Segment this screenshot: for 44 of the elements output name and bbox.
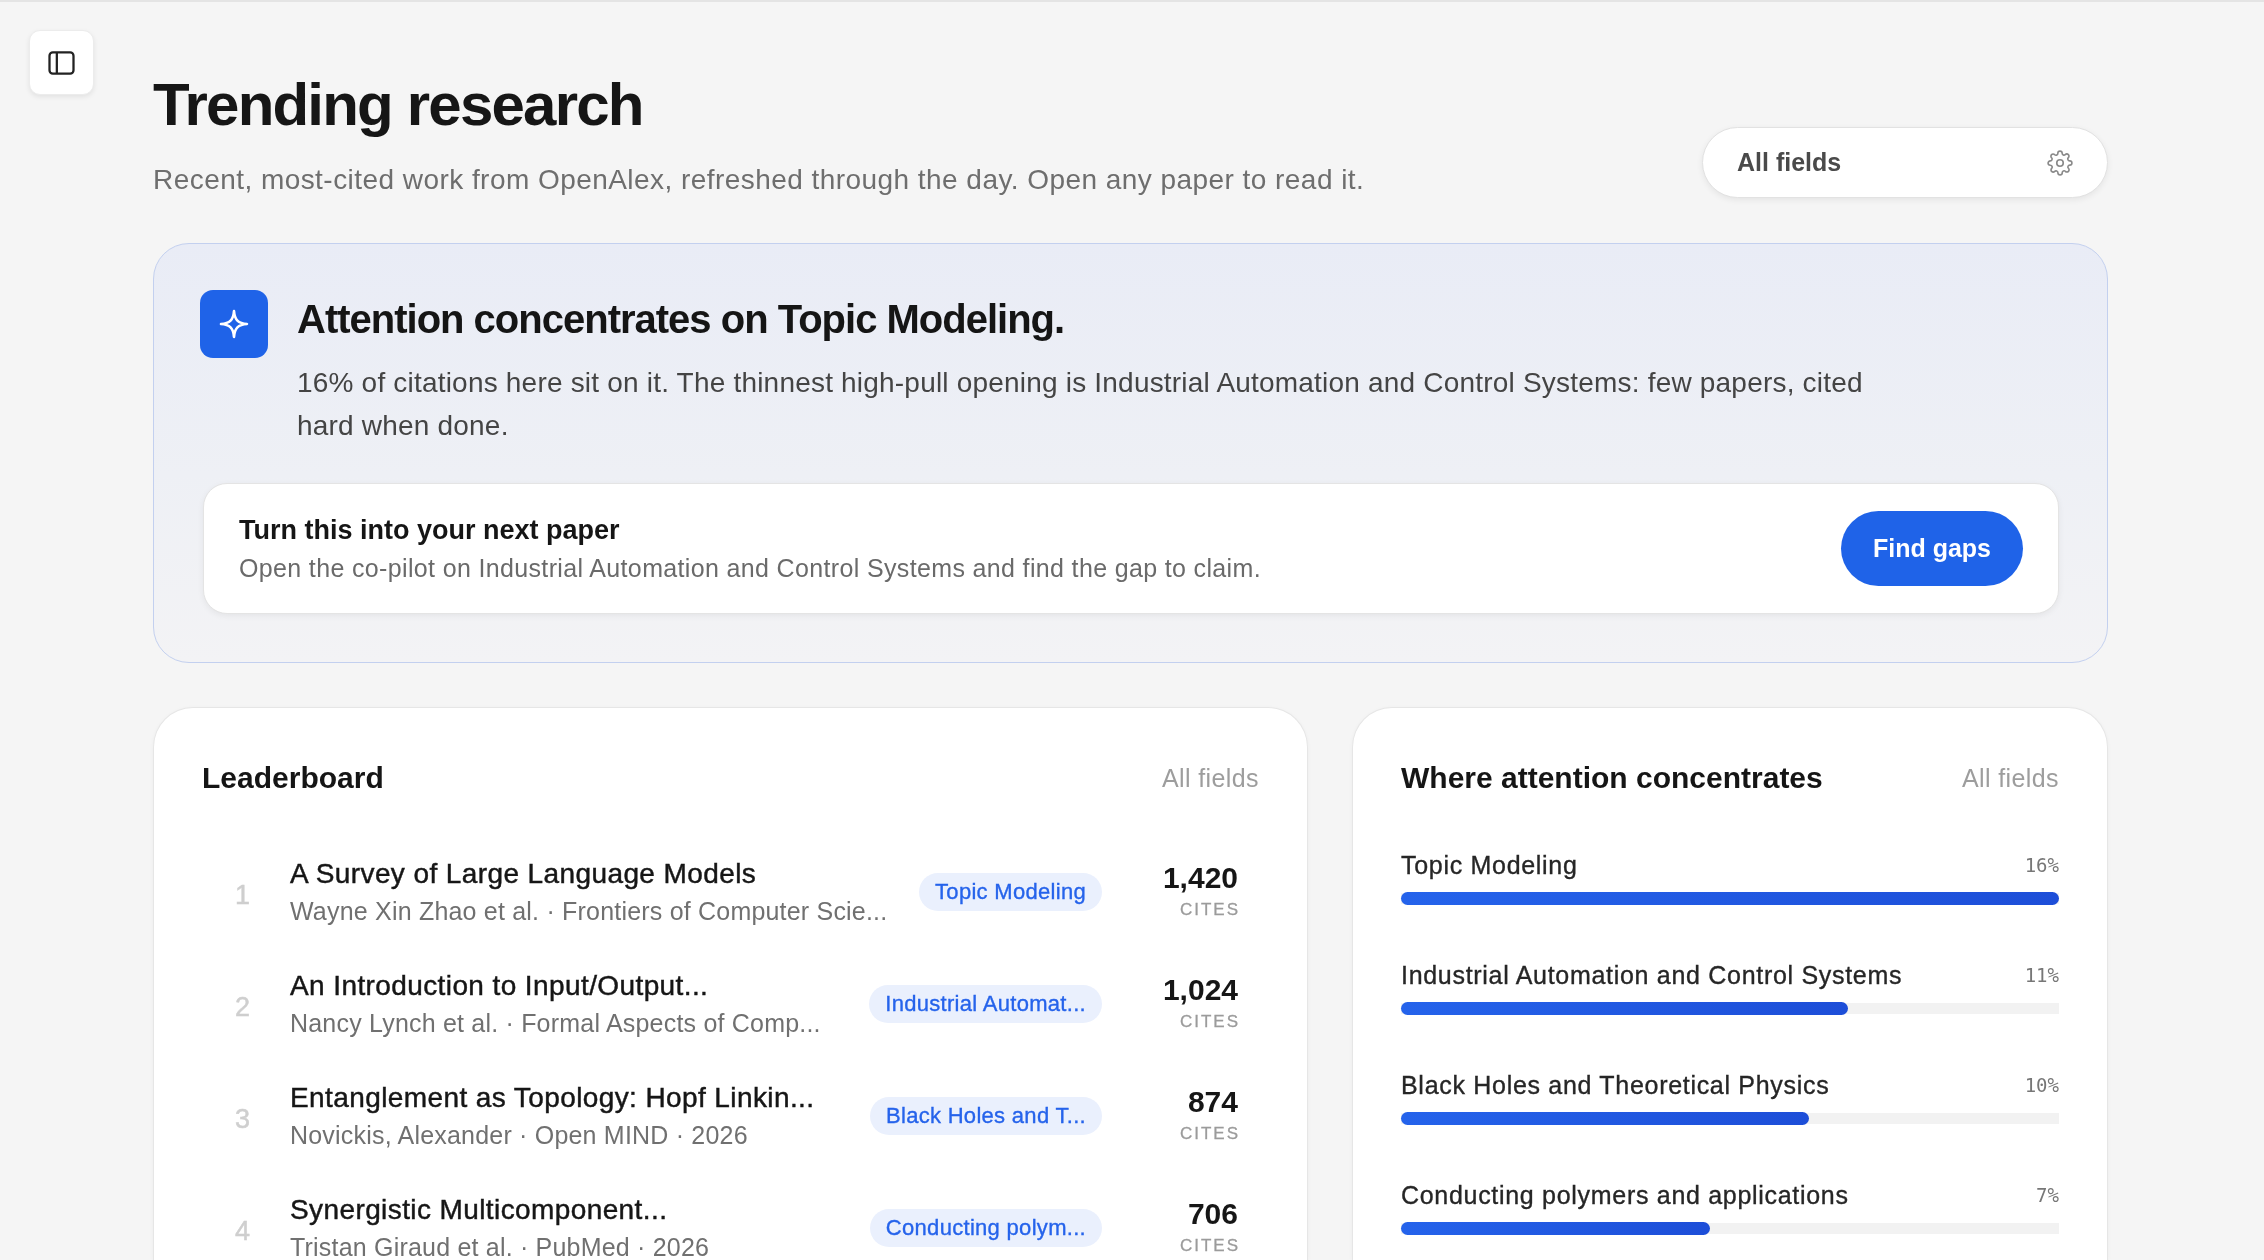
topic-label: Topic Modeling	[1401, 850, 1578, 880]
page-title: Trending research	[153, 70, 644, 140]
cite-count: 706	[1187, 1196, 1238, 1232]
find-gaps-button[interactable]: Find gaps	[1841, 511, 2023, 586]
scope-label: All fields	[1161, 763, 1259, 793]
share-percent: 16%	[2024, 854, 2059, 876]
paper-title-link[interactable]: Entanglement as Topology: Hopf Linkin...	[290, 1081, 815, 1115]
paper-title-link[interactable]: A Survey of Large Language Models	[290, 857, 757, 891]
topic-tag: Conducting polym...	[869, 1209, 1102, 1247]
topic-tag: Industrial Automat...	[869, 985, 1102, 1023]
page-subtitle: Recent, most-cited work from OpenAlex, refreshed through the day. Open any paper to read it.	[153, 163, 1365, 197]
paper-meta: Nancy Lynch et al. · Formal Aspects of Comp...	[290, 1008, 821, 1039]
panel-title: Leaderboard	[202, 761, 384, 795]
cite-count-label: CITES	[1179, 1123, 1240, 1145]
topic-label: Black Holes and Theoretical Physics	[1401, 1070, 1830, 1100]
cite-count: 1,420	[1162, 860, 1238, 896]
cite-count: 1,024	[1162, 972, 1238, 1008]
cite-count-label: CITES	[1179, 899, 1240, 921]
scope-label: All fields	[1961, 763, 2059, 793]
cta-description: Open the co-pilot on Industrial Automation and Control Systems and find the gap to claim.	[239, 553, 1261, 584]
paper-title-link[interactable]: Synergistic Multicomponent...	[290, 1193, 668, 1227]
share-percent: 7%	[2036, 1184, 2059, 1206]
sidebar-toggle-button[interactable]	[29, 30, 94, 95]
paper-meta: Tristan Giraud et al. · PubMed · 2026	[290, 1232, 710, 1260]
topic-tag: Black Holes and T...	[869, 1097, 1102, 1135]
cta-title: Turn this into your next paper	[239, 514, 621, 547]
panel-icon	[48, 50, 75, 75]
cite-count-label: CITES	[1179, 1011, 1240, 1033]
topic-tag: Topic Modeling	[919, 873, 1102, 911]
settings-icon	[2047, 149, 2073, 176]
paper-title-link[interactable]: An Introduction to Input/Output...	[290, 969, 709, 1003]
cite-count: 874	[1187, 1084, 1238, 1120]
field-filter-button[interactable]: All fields	[1702, 127, 2108, 198]
paper-meta: Novickis, Alexander · Open MIND · 2026	[290, 1120, 748, 1151]
share-percent: 10%	[2024, 1074, 2059, 1096]
panel-title: Where attention concentrates	[1401, 761, 1823, 795]
sparkle-icon	[200, 290, 268, 358]
topic-label: Conducting polymers and applications	[1401, 1180, 1849, 1210]
cite-count-label: CITES	[1179, 1235, 1240, 1257]
insight-headline: Attention concentrates on Topic Modeling.	[297, 296, 1066, 343]
topic-label: Industrial Automation and Control Systems	[1401, 960, 1903, 990]
share-percent: 11%	[2024, 964, 2059, 986]
insight-text: 16% of citations here sit on it. The thinnest high-pull opening is Industrial Automation and Control Systems: few papers, cited hard when done.	[297, 366, 1864, 443]
paper-meta: Wayne Xin Zhao et al. · Frontiers of Computer Scie...	[290, 896, 888, 927]
